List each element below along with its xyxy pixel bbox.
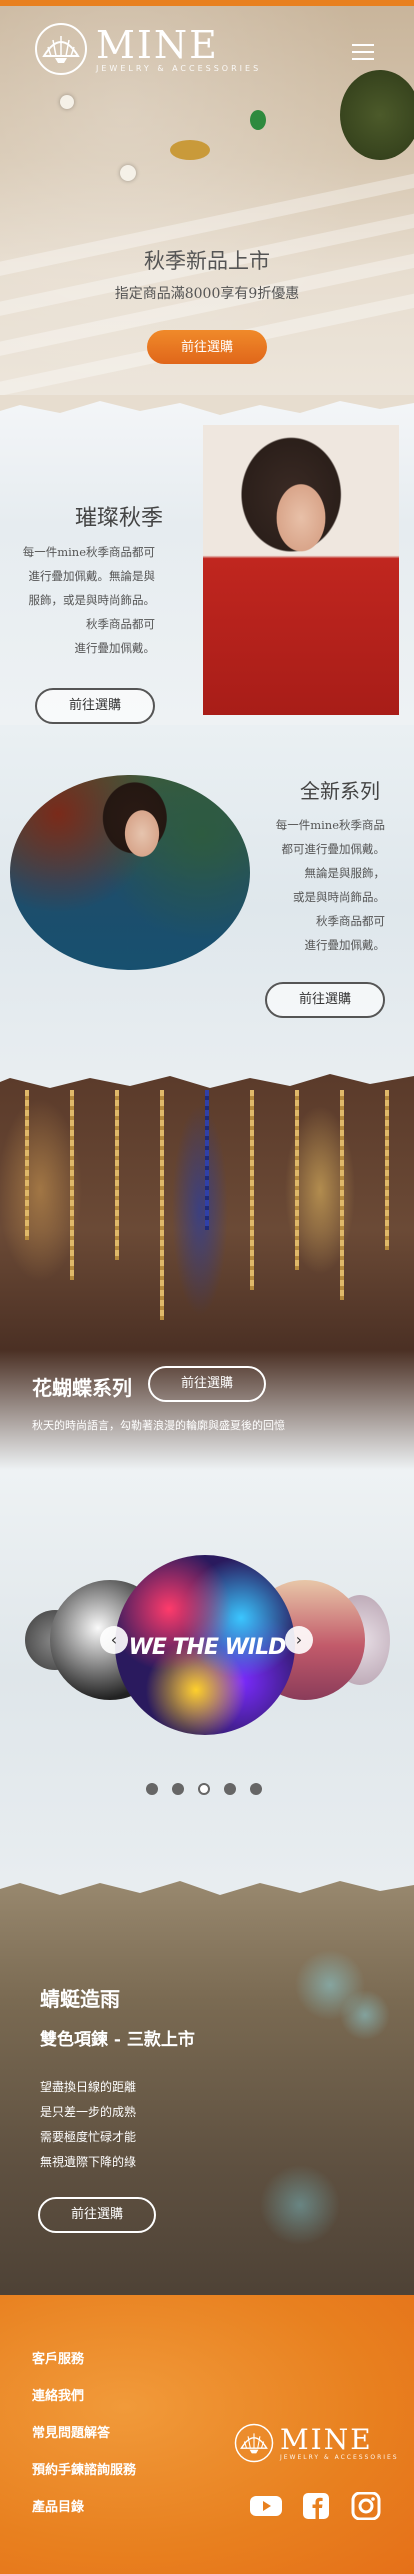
- decor-chain: [70, 1090, 74, 1280]
- decor-chain: [340, 1090, 344, 1300]
- autumn-description: 每一件mine秋季商品都可 進行疊加佩戴。無論是與 服飾，或是與時尚飾品。 秋季…: [22, 545, 155, 655]
- decor-chain: [205, 1090, 209, 1230]
- footer-link-contact[interactable]: 連絡我們: [32, 2387, 136, 2424]
- footer-brand-tagline: JEWELRY & ACCESSORIES: [280, 2453, 399, 2461]
- decor-earring: [120, 165, 136, 181]
- chevron-right-icon[interactable]: ›: [285, 1626, 313, 1654]
- model-red-dress-image: [203, 425, 399, 715]
- decor-chain: [160, 1090, 164, 1320]
- dragonfly-section: 蜻蜓造雨 雙色項鍊 - 三款上市 望盡換日線的距離 是只差一步的成熟 需要極度忙…: [0, 1875, 414, 2295]
- facebook-icon[interactable]: [299, 2492, 333, 2520]
- autumn-title: 璀璨秋季: [75, 506, 164, 531]
- brand-logo[interactable]: MINE JEWELRY & ACCESSORIES: [34, 22, 261, 76]
- footer-link-customer-service[interactable]: 客戶服務: [32, 2350, 136, 2387]
- decor-plant: [340, 70, 414, 160]
- decor-chain: [25, 1090, 29, 1240]
- torn-edge: [0, 1875, 414, 1895]
- site-footer: 客戶服務 連絡我們 常見問題解答 預約手鍊諮詢服務 產品目錄 MINE JEWE…: [0, 2295, 414, 2574]
- new-series-shop-button[interactable]: 前往選購: [265, 982, 385, 1018]
- top-accent-bar: [0, 0, 414, 6]
- butterfly-subtitle: 秋天的時尚語言，勾勒著浪漫的輪廓與盛夏後的回憶: [32, 1419, 285, 1432]
- butterfly-series-section: 花蝴蝶系列 前往選購 秋天的時尚語言，勾勒著浪漫的輪廓與盛夏後的回憶: [0, 1070, 414, 1470]
- hero-banner: MINE JEWELRY & ACCESSORIES 秋季新品上市 指定商品滿8…: [0, 0, 414, 450]
- carousel-dot[interactable]: [172, 1783, 184, 1795]
- butterfly-shop-button[interactable]: 前往選購: [148, 1366, 266, 1402]
- youtube-icon[interactable]: [249, 2492, 283, 2520]
- chevron-left-icon[interactable]: ‹: [100, 1626, 128, 1654]
- decor-chain: [115, 1090, 119, 1260]
- social-links: [249, 2492, 383, 2520]
- new-series-description: 每一件mine秋季商品 都可進行疊加佩戴。 無論是與服飾， 或是與時尚飾品。 秋…: [275, 818, 385, 952]
- butterfly-title: 花蝴蝶系列: [32, 1376, 132, 1400]
- carousel-dot[interactable]: [224, 1783, 236, 1795]
- carousel-dots: [146, 1783, 262, 1795]
- footer-links: 客戶服務 連絡我們 常見問題解答 預約手鍊諮詢服務 產品目錄: [32, 2350, 136, 2535]
- decor-chain: [250, 1090, 254, 1290]
- footer-link-faq[interactable]: 常見問題解答: [32, 2424, 136, 2461]
- dragonfly-description: 望盡換日線的距離 是只差一步的成熟 需要極度忙碌才能 無視遺際下降的綠: [40, 2080, 137, 2169]
- hamburger-menu-icon[interactable]: [352, 44, 374, 60]
- instagram-icon[interactable]: [349, 2492, 383, 2520]
- hero-subtitle: 指定商品滿8000享有9折優惠: [114, 286, 300, 302]
- carousel-featured-text: WE THE WILD: [128, 1635, 287, 1660]
- carousel-dot[interactable]: [250, 1783, 262, 1795]
- torn-edge: [0, 395, 414, 415]
- decor-earring: [60, 95, 74, 109]
- brand-name: MINE: [96, 22, 219, 67]
- footer-link-catalog[interactable]: 產品目錄: [32, 2498, 136, 2535]
- decor-gem: [250, 110, 266, 130]
- decor-chain: [385, 1090, 389, 1250]
- model-blue-velvet-image: [10, 775, 250, 970]
- decor-chain: [295, 1090, 299, 1270]
- footer-link-bracelet-consult[interactable]: 預約手鍊諮詢服務: [32, 2461, 136, 2498]
- shell-logo-icon: [234, 2423, 274, 2463]
- shell-logo-icon: [35, 23, 87, 75]
- footer-brand-name: MINE: [280, 2422, 373, 2456]
- new-series-section: 全新系列 每一件mine秋季商品 都可進行疊加佩戴。 無論是與服飾， 或是與時尚…: [0, 725, 414, 1090]
- product-carousel: WE THE WILD ‹ ›: [0, 1470, 414, 1880]
- brand-tagline: JEWELRY & ACCESSORIES: [96, 63, 262, 73]
- carousel-dot[interactable]: [146, 1783, 158, 1795]
- dragonfly-title: 蜻蜓造雨: [40, 1987, 120, 2011]
- footer-brand-logo[interactable]: MINE JEWELRY & ACCESSORIES: [234, 2423, 399, 2463]
- dragonfly-shop-button[interactable]: 前往選購: [38, 2197, 156, 2233]
- decor-gold: [170, 140, 210, 160]
- hero-title: 秋季新品上市: [144, 249, 270, 273]
- carousel-dot-active[interactable]: [198, 1783, 210, 1795]
- autumn-section: 璀璨秋季 每一件mine秋季商品都可 進行疊加佩戴。無論是與 服飾，或是與時尚飾…: [0, 395, 414, 725]
- autumn-shop-button[interactable]: 前往選購: [35, 688, 155, 724]
- hero-shop-button[interactable]: 前往選購: [147, 330, 267, 364]
- dragonfly-subtitle: 雙色項鍊 - 三款上市: [40, 2030, 195, 2050]
- new-series-title: 全新系列: [300, 779, 380, 803]
